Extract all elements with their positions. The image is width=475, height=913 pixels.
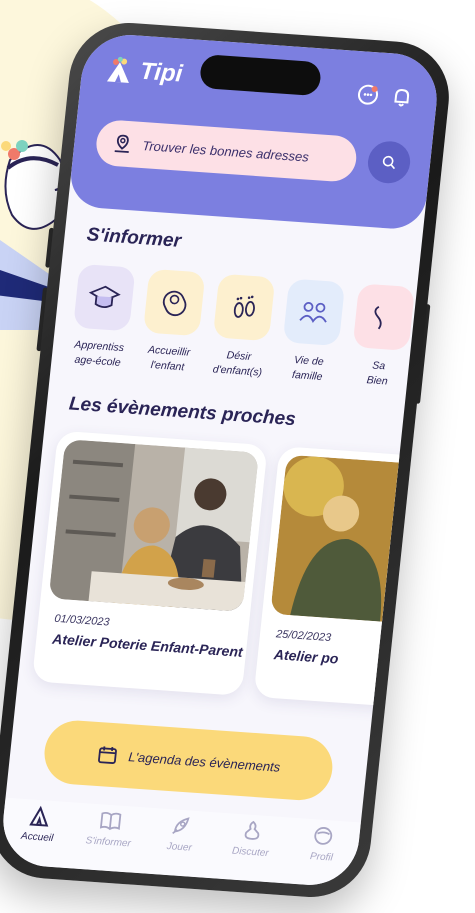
category-apprentissage[interactable]: Apprentiss age-école bbox=[66, 263, 136, 397]
calendar-icon bbox=[97, 746, 117, 764]
tab-label: Discuter bbox=[231, 845, 270, 860]
app-logo: Tipi bbox=[103, 55, 184, 88]
book-icon bbox=[99, 811, 122, 831]
tab-label: Jouer bbox=[166, 841, 193, 854]
rocket-icon bbox=[172, 817, 190, 835]
event-date: 25/02/2023 bbox=[275, 628, 332, 645]
events-carousel: 01/03/2023 Atelier Poterie Enfant-Parent… bbox=[30, 430, 442, 725]
agenda-button[interactable]: L'agenda des évènements bbox=[41, 718, 336, 803]
bottom-tab-bar: Accueil S'informer Jouer Discuter Profil bbox=[0, 797, 361, 889]
event-date: 01/03/2023 bbox=[53, 612, 111, 629]
tab-label: Profil bbox=[309, 851, 334, 864]
phone-mockup: Tipi Trouver les bonnes adresses S'infor… bbox=[0, 19, 455, 901]
tipi-logo-icon bbox=[106, 56, 129, 83]
tab-discuter[interactable]: Discuter bbox=[220, 817, 284, 860]
search-button[interactable] bbox=[365, 139, 413, 185]
category-vie-famille[interactable]: Vie de famille bbox=[276, 278, 346, 412]
location-pin-icon bbox=[114, 134, 129, 153]
search-address-button[interactable]: Trouver les bonnes adresses bbox=[94, 118, 359, 183]
tent-icon bbox=[28, 805, 48, 827]
agenda-label: L'agenda des évènements bbox=[127, 748, 282, 775]
event-photo-second bbox=[270, 454, 442, 628]
tab-accueil[interactable]: Accueil bbox=[7, 802, 71, 845]
health-icon bbox=[374, 306, 382, 330]
profile-icon bbox=[314, 827, 333, 845]
phone-frame: Tipi Trouver les bonnes adresses S'infor… bbox=[0, 19, 455, 901]
app-screen: Tipi Trouver les bonnes adresses S'infor… bbox=[0, 31, 442, 889]
bell-icon[interactable] bbox=[390, 85, 414, 108]
category-list: Apprentissage-école Accueillirl'enfant bbox=[66, 263, 439, 418]
chat-bot-icon[interactable] bbox=[356, 83, 380, 106]
tab-jouer[interactable]: Jouer bbox=[149, 812, 213, 855]
marketing-scene: Tipi Trouver les bonnes adresses S'infor… bbox=[0, 0, 475, 913]
tab-label: Accueil bbox=[20, 830, 54, 845]
app-name: Tipi bbox=[138, 57, 184, 88]
search-address-label: Trouver les bonnes adresses bbox=[141, 137, 310, 165]
tab-sinformer[interactable]: S'informer bbox=[78, 807, 142, 850]
category-sante[interactable]: Sa Bien bbox=[346, 283, 416, 416]
event-card[interactable]: 25/02/2023 Atelier po bbox=[253, 446, 442, 712]
footprints-icon bbox=[233, 295, 255, 318]
category-accueillir[interactable]: Accueillir l'enfant bbox=[136, 268, 206, 402]
graduation-cap-icon bbox=[88, 285, 121, 308]
family-icon bbox=[299, 302, 327, 323]
chat-icon bbox=[244, 820, 260, 840]
event-photo-pottery bbox=[48, 439, 259, 612]
event-card[interactable]: 01/03/2023 Atelier Poterie Enfant-Parent bbox=[31, 430, 268, 696]
event-title: Atelier Poterie Enfant-Parent bbox=[51, 630, 244, 660]
event-title: Atelier po bbox=[273, 646, 340, 667]
baby-icon bbox=[162, 290, 187, 317]
search-icon bbox=[382, 155, 396, 170]
category-desir[interactable]: Désir d'enfant(s) bbox=[206, 273, 276, 407]
inform-section-title: S'informer bbox=[85, 224, 183, 252]
tab-profil[interactable]: Profil bbox=[291, 822, 355, 865]
tab-label: S'informer bbox=[85, 835, 132, 850]
